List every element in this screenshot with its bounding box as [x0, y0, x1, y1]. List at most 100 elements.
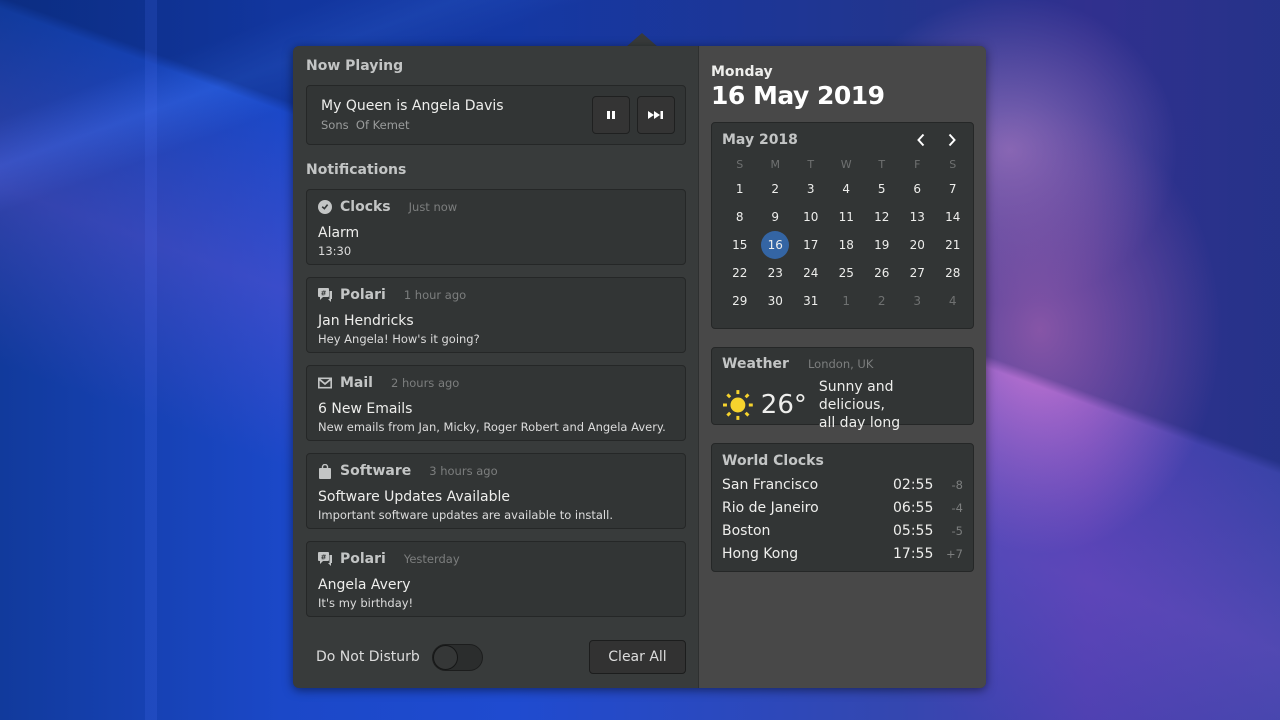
world-clock-row: Hong Kong 17:55 +7	[722, 542, 963, 565]
calendar-day-number: 29	[732, 294, 748, 308]
notification-app-name: Polari	[340, 551, 386, 567]
weekday-header: S	[736, 158, 744, 171]
calendar-day[interactable]: 19	[864, 231, 900, 259]
previous-month-button[interactable]	[910, 130, 932, 150]
notification-body: Hey Angela! How's it going?	[318, 332, 480, 346]
notification-time: 2 hours ago	[390, 376, 460, 390]
calendar-day-number: 3	[913, 294, 922, 308]
calendar-day-number: 30	[767, 294, 783, 308]
notification-time: Just now	[408, 200, 458, 214]
calendar-day[interactable]: 4	[829, 175, 865, 203]
calendar-day[interactable]: 17	[793, 231, 829, 259]
calendar-day[interactable]: 22	[722, 259, 758, 287]
calendar-day[interactable]: 2	[758, 175, 794, 203]
day-of-week[interactable]: Monday	[711, 64, 974, 80]
calendar-day[interactable]: 29	[722, 287, 758, 315]
weather-description-line: Sunny and delicious,	[818, 379, 894, 413]
do-not-disturb-toggle[interactable]	[431, 643, 483, 671]
calendar-day-selected[interactable]: 16	[758, 231, 794, 259]
calendar-day[interactable]: 3	[793, 175, 829, 203]
weekday-header: T	[878, 158, 886, 171]
calendar-day-number: 26	[874, 266, 890, 280]
calendar-day[interactable]: 10	[793, 203, 829, 231]
calendar-day-number: 17	[803, 238, 819, 252]
notifications-heading: Notifications	[306, 162, 407, 178]
popover-arrow	[626, 33, 658, 47]
clock-time: 17:55	[893, 545, 934, 562]
notification-app-name: Polari	[340, 287, 386, 303]
notification-summary: 6 New Emails	[318, 401, 413, 417]
clock-offset: -4	[951, 500, 963, 515]
now-playing-heading: Now Playing	[306, 58, 404, 74]
notification-item[interactable]: Software 3 hours ago Software Updates Av…	[306, 453, 686, 529]
clear-all-button[interactable]: Clear All	[589, 640, 686, 674]
next-track-button[interactable]	[637, 96, 675, 134]
calendar-day-number: 16	[767, 238, 783, 252]
weather-description-line: all day long	[818, 415, 901, 431]
notification-item[interactable]: Clocks Just now Alarm 13:30	[306, 189, 686, 265]
notification-time: 1 hour ago	[403, 288, 467, 302]
calendar-day[interactable]: 24	[793, 259, 829, 287]
calendar-day-number: 1	[842, 294, 851, 308]
calendar-day[interactable]: 28	[935, 259, 971, 287]
weather-temperature: 26°	[760, 390, 807, 420]
calendar-day[interactable]: 30	[758, 287, 794, 315]
media-player-card[interactable]: My Queen is Angela Davis Sons Of Kemet	[306, 85, 686, 145]
calendar-day[interactable]: 31	[793, 287, 829, 315]
world-clock-row: Rio de Janeiro 06:55 -4	[722, 496, 963, 519]
weekday-header: T	[807, 158, 815, 171]
wallpaper-beam	[145, 0, 157, 720]
calendar-day[interactable]: 13	[900, 203, 936, 231]
weather-location: London, UK	[807, 357, 874, 371]
calendar-day-number: 5	[877, 182, 886, 196]
calendar-day[interactable]: 23	[758, 259, 794, 287]
calendar-day[interactable]: 26	[864, 259, 900, 287]
mail-icon	[318, 376, 332, 390]
calendar-day-number: 13	[909, 210, 925, 224]
clock-time: 05:55	[893, 522, 934, 539]
calendar-day[interactable]: 25	[829, 259, 865, 287]
calendar-day-number: 21	[945, 238, 961, 252]
notification-item[interactable]: # Polari 1 hour ago Jan Hendricks Hey An…	[306, 277, 686, 353]
calendar-day[interactable]: 1	[722, 175, 758, 203]
calendar-day-other-month[interactable]: 2	[864, 287, 900, 315]
clock-time: 06:55	[893, 499, 934, 516]
notification-app-name: Mail	[340, 375, 373, 391]
calendar-day[interactable]: 9	[758, 203, 794, 231]
calendar-day-number: 15	[732, 238, 748, 252]
calendar-day[interactable]: 18	[829, 231, 865, 259]
clock-city: Rio de Janeiro	[722, 499, 819, 516]
calendar-day[interactable]: 12	[864, 203, 900, 231]
sun-icon	[722, 390, 753, 420]
calendar-day-number: 24	[803, 266, 819, 280]
calendar-day-number: 28	[945, 266, 961, 280]
calendar-day[interactable]: 11	[829, 203, 865, 231]
clock-offset: +7	[946, 546, 963, 561]
calendar-day[interactable]: 8	[722, 203, 758, 231]
notification-item[interactable]: Mail 2 hours ago 6 New Emails New emails…	[306, 365, 686, 441]
notification-item[interactable]: # Polari Yesterday Angela Avery It's my …	[306, 541, 686, 617]
svg-text:#: #	[321, 554, 327, 562]
world-clocks-widget[interactable]: World Clocks San Francisco 02:55 -8 Rio …	[711, 443, 974, 572]
next-month-button[interactable]	[941, 130, 963, 150]
full-date[interactable]: 16 May 2019	[711, 81, 974, 110]
notification-app-name: Clocks	[340, 199, 391, 215]
calendar-day-other-month[interactable]: 1	[829, 287, 865, 315]
weather-widget[interactable]: Weather London, UK 26° Sunny and delicio…	[711, 347, 974, 431]
pause-button[interactable]	[592, 96, 630, 134]
calendar-day[interactable]: 7	[935, 175, 971, 203]
calendar-day-other-month[interactable]: 3	[900, 287, 936, 315]
calendar-day[interactable]: 14	[935, 203, 971, 231]
calendar-grid: S M T W T F S 1 2 3 4 5 6 7 8 9 10 11 12 13 14 15 16 17 18 19 20 21…	[722, 155, 963, 315]
calendar-day[interactable]: 6	[900, 175, 936, 203]
calendar-day[interactable]: 15	[722, 231, 758, 259]
calendar-day[interactable]: 21	[935, 231, 971, 259]
calendar-day-number: 11	[838, 210, 854, 224]
notification-summary: Angela Avery	[318, 577, 411, 593]
calendar-day-number: 2	[771, 182, 780, 196]
calendar-day[interactable]: 20	[900, 231, 936, 259]
calendar-day-number: 18	[838, 238, 854, 252]
calendar-day-other-month[interactable]: 4	[935, 287, 971, 315]
calendar-day[interactable]: 5	[864, 175, 900, 203]
calendar-day[interactable]: 27	[900, 259, 936, 287]
